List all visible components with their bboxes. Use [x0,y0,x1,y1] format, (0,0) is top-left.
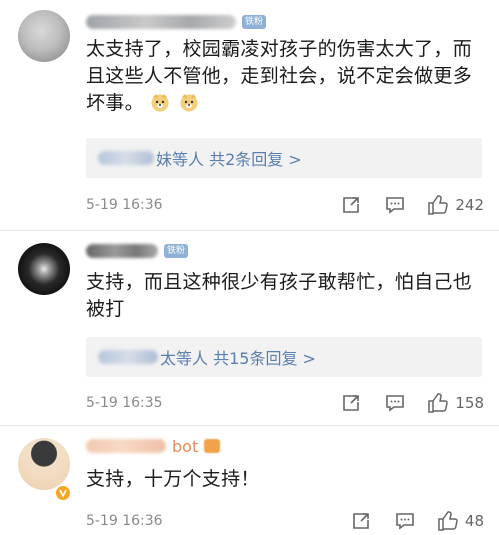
timestamp: 5-19 16:35 [86,395,163,411]
share-icon[interactable] [329,195,373,215]
comment-text: 太支持了，校园霸凌对孩子的伤害太大了，而且这些人不管他，走到社会，说不定会做更多… [86,38,473,114]
like-button[interactable]: 48 [437,510,484,532]
share-icon[interactable] [339,511,383,531]
username[interactable]: bot [86,436,221,456]
like-count: 158 [455,394,484,412]
reply-summary[interactable]: 妹等人 共2条回复 > [86,138,482,178]
comment-text: 支持，而且这种很少有孩子敢帮忙，怕自己也被打 [86,271,473,320]
doge-emoji [179,92,199,112]
level-badge [204,439,221,453]
doge-emoji [150,92,170,112]
comment-meta: 5-19 16:36 48 [86,510,484,532]
timestamp: 5-19 16:36 [86,513,163,529]
verified-badge [54,484,72,502]
fan-badge: 铁粉 [164,244,189,258]
comment-meta: 5-19 16:35 158 [86,392,484,414]
gold-v-badge-icon [59,489,67,498]
like-button[interactable]: 158 [427,392,484,414]
comment-icon[interactable] [373,195,417,215]
blurred-reply-names [98,350,158,364]
like-icon [428,195,449,215]
username[interactable]: 铁粉 [86,12,267,32]
share-icon[interactable] [329,393,373,413]
fan-badge: 铁粉 [242,15,267,29]
like-button[interactable]: 242 [427,194,484,216]
comment-icon[interactable] [383,511,427,531]
avatar[interactable] [18,10,70,62]
comment-text: 支持，十万个支持！ [86,468,260,490]
username[interactable]: 铁粉 [86,241,189,261]
like-icon [428,393,449,413]
comment-meta: 5-19 16:36 242 [86,194,484,216]
comment-2: 铁粉 支持，而且这种很少有孩子敢帮忙，怕自己也被打 太等人 共15条回复 > 5… [0,231,499,427]
avatar[interactable] [18,438,70,490]
reply-summary[interactable]: 太等人 共15条回复 > [86,337,482,377]
like-count: 48 [464,512,484,530]
avatar[interactable] [18,243,70,295]
blurred-reply-names [98,151,154,165]
like-icon [438,511,458,531]
comment-1: 铁粉 太支持了，校园霸凌对孩子的伤害太大了，而且这些人不管他，走到社会，说不定会… [0,0,499,232]
like-count: 242 [455,196,484,214]
comment-icon[interactable] [373,393,417,413]
comment-3: bot 支持，十万个支持！ 5-19 16:36 48 [0,426,499,535]
timestamp: 5-19 16:36 [86,197,163,213]
